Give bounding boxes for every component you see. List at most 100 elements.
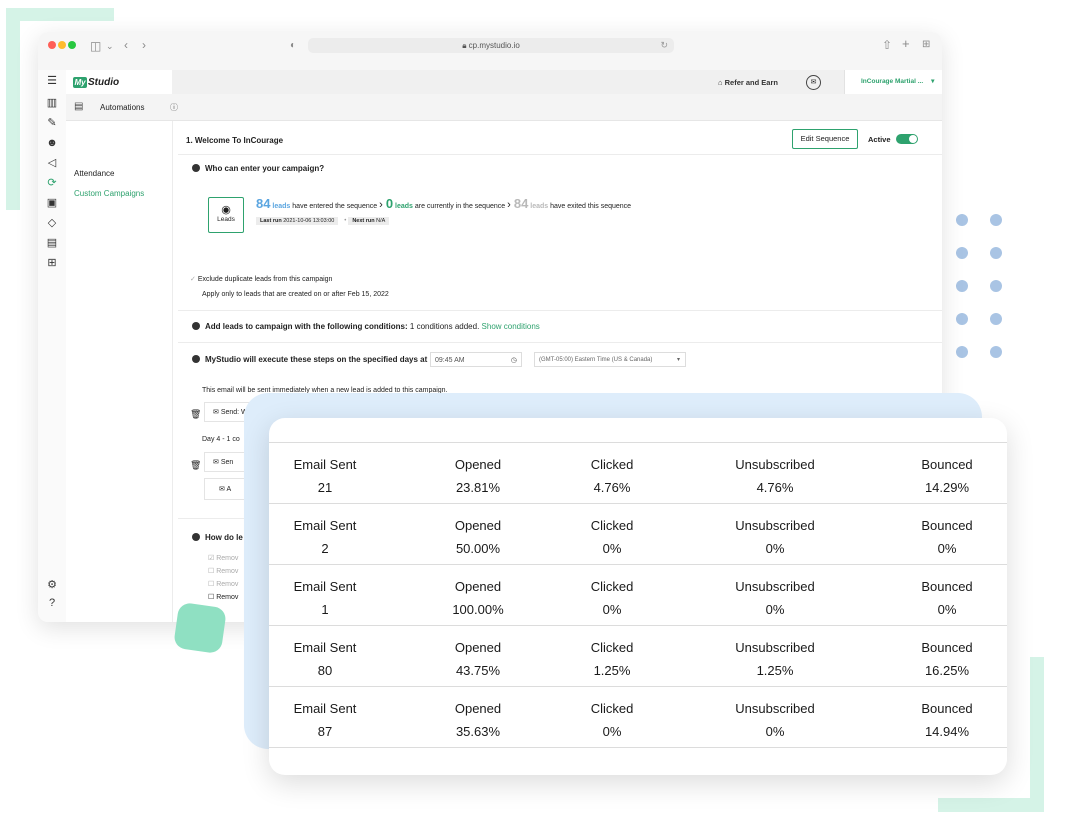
active-toggle[interactable] [896, 134, 918, 144]
decor-dot [990, 346, 1002, 358]
close-window-button[interactable] [48, 41, 56, 49]
stats-cell: Bounced 0% [882, 504, 1007, 556]
step-icon [192, 355, 200, 363]
divider [269, 747, 1007, 749]
stats-value: 0% [937, 541, 957, 556]
stats-cell: Bounced 14.29% [882, 443, 1007, 495]
reload-icon[interactable]: ↻ [660, 38, 668, 53]
envelope-icon: ✉ [213, 409, 221, 416]
stats-row: Email Sent 87 Opened 35.63% Clicked 0% Unsubsc… [269, 686, 1007, 747]
stats-value: 2 [321, 541, 329, 556]
stats-cell: Opened 35.63% [413, 687, 543, 739]
stats-value: 0% [602, 541, 622, 556]
divider [178, 310, 942, 311]
org-name: InCourage Martial ... [861, 78, 924, 85]
stats-value: 23.81% [455, 480, 501, 495]
users-icon[interactable]: ☻ [45, 136, 59, 150]
checkbox-icon: ☐ [208, 568, 217, 575]
dashboard-icon[interactable]: ▥ [45, 96, 59, 110]
sidebar-toggle-icon[interactable]: ◫ [90, 40, 101, 52]
minimize-window-button[interactable] [58, 41, 66, 49]
info-icon[interactable]: ⓘ [170, 102, 178, 113]
stats-value: 0% [937, 602, 957, 617]
timezone-select[interactable]: (GMT-05:00) Eastern Time (US & Canada) ▾ [534, 352, 686, 367]
active-label: Active [868, 135, 891, 144]
stats-label: Unsubscribed [735, 701, 815, 716]
remove-option[interactable]: ☐ Remov [208, 593, 238, 601]
last-run-value: 2021-10-06 13:03:00 [283, 218, 335, 224]
email-stats-card: Email Sent 21 Opened 23.81% Clicked 4.76% Unsu… [269, 418, 1007, 775]
remove-option[interactable]: ☐ Remov [208, 580, 238, 588]
privacy-shield-icon[interactable]: ◐ [290, 40, 296, 52]
stats-label: Clicked [590, 518, 634, 533]
stats-label: Opened [454, 579, 502, 594]
stats-cell: Email Sent 80 [269, 626, 390, 678]
stats-cell: Clicked 4.76% [547, 443, 677, 495]
divider [178, 342, 942, 343]
show-conditions-link[interactable]: Show conditions [482, 322, 540, 331]
help-icon[interactable]: ? [45, 596, 59, 610]
address-bar[interactable]: 🔒︎ cp.mystudio.io ↻ [308, 38, 674, 53]
menu-icon[interactable]: ☰ [45, 74, 59, 88]
share-icon[interactable]: ⇧ [882, 39, 892, 51]
conditions-count: 1 conditions added. [409, 322, 480, 331]
stats-label: Opened [454, 457, 502, 472]
caret-down-icon: ▾ [676, 357, 680, 363]
back-icon[interactable]: ‹ [124, 39, 128, 51]
stats-cell: Clicked 1.25% [547, 626, 677, 678]
pencil-icon[interactable]: ✎ [45, 116, 59, 130]
refer-and-earn-link[interactable]: ⌂ Refer and Earn [718, 78, 778, 87]
next-run-value: N/A [376, 218, 386, 224]
remove-option-label: Remov [216, 594, 239, 601]
store-icon[interactable]: ▤ [45, 236, 59, 250]
chevron-down-icon[interactable]: ⌄ [106, 40, 114, 52]
logo: My Studio [73, 77, 119, 88]
new-tab-icon[interactable]: + [902, 37, 910, 50]
stats-row: Email Sent 21 Opened 23.81% Clicked 4.76% Unsu… [269, 442, 1007, 503]
forward-icon[interactable]: › [142, 39, 146, 51]
stats-value: 14.94% [924, 724, 970, 739]
remove-option[interactable]: ☐ Remov [208, 567, 238, 575]
exclude-duplicates-option[interactable]: ✓ Exclude duplicate leads from this camp… [190, 275, 332, 283]
envelope-icon: ✉ [213, 459, 221, 466]
clock-icon: ◷ [510, 357, 517, 364]
tag-icon[interactable]: ◇ [45, 216, 59, 230]
leads-tile[interactable]: ◉ Leads [208, 197, 244, 233]
entered-text: leads [272, 203, 291, 210]
edit-sequence-button[interactable]: Edit Sequence [792, 129, 858, 149]
stats-label: Bounced [921, 640, 973, 655]
next-run-label: Next run [352, 218, 375, 224]
time-input[interactable]: 09:45 AM ◷ [430, 352, 522, 367]
sidebar-item-attendance[interactable]: Attendance [74, 169, 114, 178]
decor-bar [938, 798, 1044, 812]
entered-suffix: have entered the sequence [292, 203, 378, 210]
checkbox-icon: ☐ [208, 594, 217, 601]
trash-icon[interactable]: 🗑︎ [190, 460, 201, 471]
stats-label: Opened [454, 640, 502, 655]
stats-value: 4.76% [593, 480, 631, 495]
sidebar-item-custom-campaigns[interactable]: Custom Campaigns [74, 189, 144, 198]
clipboard-icon[interactable]: ▣ [45, 196, 59, 210]
org-selector[interactable]: InCourage Martial ... ▾ [844, 70, 942, 94]
stats-cell: Unsubscribed 0% [710, 565, 840, 617]
stats-label: Opened [454, 518, 502, 533]
stats-label: Bounced [921, 701, 973, 716]
mail-icon[interactable]: ✉ [806, 75, 821, 90]
campaign-title: 1. Welcome To InCourage [186, 136, 284, 145]
automation-icon[interactable]: ⟳ [45, 176, 59, 190]
section-heading: How do le [192, 533, 243, 542]
divider [178, 154, 942, 155]
run-info: Last run 2021-10-06 13:03:00 • Next run … [256, 217, 393, 225]
stats-label: Bounced [921, 518, 973, 533]
logo-mark: My [73, 77, 87, 88]
settings-icon[interactable]: ⚙ [45, 578, 59, 592]
apps-icon[interactable]: ⊞ [45, 256, 59, 270]
megaphone-icon[interactable]: ◁ [45, 156, 59, 170]
maximize-window-button[interactable] [68, 41, 76, 49]
stats-cell: Bounced 0% [882, 565, 1007, 617]
remove-option[interactable]: ☑ Remov [208, 554, 238, 562]
decor-blob [173, 601, 227, 655]
trash-icon[interactable]: 🗑︎ [190, 409, 201, 420]
leads-icon: ◉ [221, 204, 231, 216]
tab-overview-icon[interactable]: ⊞ [922, 39, 930, 51]
